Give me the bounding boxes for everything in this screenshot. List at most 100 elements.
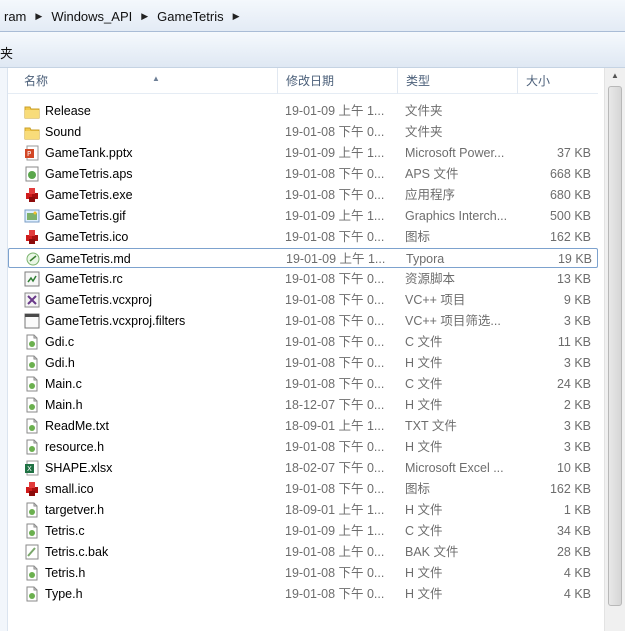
svg-text:X: X [27,465,32,473]
folder-icon [24,103,40,119]
file-row-targetver-h[interactable]: targetver.h 18-09-01 上午 1... H 文件 1 KB [8,500,598,520]
file-type: 文件夹 [405,104,443,118]
file-name: Release [45,104,91,118]
file-name: Sound [45,125,82,139]
file-name: GameTetris.gif [45,209,126,223]
file-row-gametank-pptx[interactable]: P GameTank.pptx 19-01-09 上午 1... Microsoft … [8,143,598,163]
file-row-gdi-h[interactable]: Gdi.h 19-01-08 下午 0... H 文件 3 KB [8,353,598,373]
file-row-gametetris-gif[interactable]: GameTetris.gif 19-01-09 上午 1... Graphics I… [8,206,598,226]
file-name: GameTetris.vcxproj [45,293,152,307]
file-date: 19-01-09 上午 1... [285,104,385,118]
file-row-gametetris-rc[interactable]: GameTetris.rc 19-01-08 下午 0... 资源脚本 13 KB [8,269,598,289]
file-size: 3 KB [563,440,591,454]
folder-icon [24,124,40,140]
file-date: 19-01-08 下午 0... [285,272,385,286]
file-date: 19-01-08 下午 0... [285,125,385,139]
vertical-scrollbar[interactable]: ▲ [604,68,625,631]
file-row-resource-h[interactable]: resource.h 19-01-08 下午 0... H 文件 3 KB [8,437,598,457]
file-name: Tetris.c [45,524,85,538]
file-row-tetris-c[interactable]: Tetris.c 19-01-09 上午 1... C 文件 34 KB [8,521,598,541]
gif-icon [24,208,40,224]
file-name: GameTank.pptx [45,146,133,160]
file-row-small-ico[interactable]: small.ico 19-01-08 下午 0... 图标 162 KB [8,479,598,499]
file-row-main-h[interactable]: Main.h 18-12-07 下午 0... H 文件 2 KB [8,395,598,415]
file-type: TXT 文件 [405,419,457,433]
file-type: 资源脚本 [405,272,456,286]
file-name: ReadMe.txt [45,419,109,433]
file-type: VC++ 项目 [405,293,466,307]
file-row-gdi-c[interactable]: Gdi.c 19-01-08 下午 0... C 文件 11 KB [8,332,598,352]
file-row-tetris-h[interactable]: Tetris.h 19-01-08 下午 0... H 文件 4 KB [8,563,598,583]
file-name: GameTetris.aps [45,167,133,181]
file-row-release[interactable]: Release 19-01-09 上午 1... 文件夹 [8,101,598,121]
xlsx-icon: X [24,460,40,476]
file-date: 19-01-08 下午 0... [285,440,385,454]
file-size: 9 KB [563,293,591,307]
chevron-right-icon[interactable]: ▶ [136,11,153,22]
file-size: 19 KB [557,252,592,266]
file-size: 3 KB [563,419,591,433]
breadcrumb-item-windows-api[interactable]: Windows_API [47,9,136,24]
file-name: GameTetris.ico [45,230,129,244]
file-name: Type.h [45,587,83,601]
file-type: H 文件 [405,566,443,580]
file-size: 11 KB [557,335,591,349]
column-type-label: 类型 [406,74,431,88]
file-name: GameTetris.exe [45,188,133,202]
file-date: 19-01-08 下午 0... [285,188,385,202]
file-date: 19-01-08 下午 0... [285,356,385,370]
file-name: Tetris.c.bak [45,545,109,559]
file-row-gametetris-ico[interactable]: GameTetris.ico 19-01-08 下午 0... 图标 162 KB [8,227,598,247]
file-date: 19-01-08 下午 0... [285,314,385,328]
file-size: 3 KB [563,314,591,328]
file-date: 18-02-07 下午 0... [285,461,385,475]
file-type: H 文件 [405,587,443,601]
column-size[interactable]: 大小 [518,68,598,94]
column-type[interactable]: 类型 [398,68,518,94]
file-size: 10 KB [556,461,591,475]
file-row-type-h[interactable]: Type.h 19-01-08 下午 0... H 文件 4 KB [8,584,598,604]
file-row-readme-txt[interactable]: ReadMe.txt 18-09-01 上午 1... TXT 文件 3 KB [8,416,598,436]
file-row-shape-xlsx[interactable]: X SHAPE.xlsx 18-02-07 下午 0... Microsoft Exc… [8,458,598,478]
new-folder-button[interactable]: 夹 [0,43,13,62]
file-name: GameTetris.md [46,252,131,266]
file-row-gametetris-md[interactable]: GameTetris.md 19-01-09 上午 1... Typora 19 KB [8,248,598,268]
file-name: Main.h [45,398,83,412]
file-row-main-c[interactable]: Main.c 19-01-08 下午 0... C 文件 24 KB [8,374,598,394]
breadcrumb: ram ▶ Windows_API ▶ GameTetris ▶ [0,0,245,32]
file-row-gametetris-vcxproj-filters[interactable]: GameTetris.vcxproj.filters 19-01-08 下午 0.… [8,311,598,331]
file-type: H 文件 [405,440,443,454]
rc-icon [24,271,40,287]
file-type: 文件夹 [405,125,443,139]
breadcrumb-item-program[interactable]: ram [0,9,30,24]
column-date[interactable]: 修改日期 [278,68,398,94]
file-date: 19-01-08 下午 0... [285,293,385,307]
file-date: 19-01-08 下午 0... [285,377,385,391]
scroll-thumb[interactable] [608,86,622,606]
column-name[interactable]: 名称 ▲ [16,68,278,94]
file-type: C 文件 [405,377,443,391]
chevron-right-icon[interactable]: ▶ [30,11,47,22]
breadcrumb-item-gametetris[interactable]: GameTetris [153,9,227,24]
file-row-gametetris-aps[interactable]: GameTetris.aps 19-01-08 下午 0... APS 文件 668 … [8,164,598,184]
column-name-label: 名称 [24,74,49,88]
file-size: 668 KB [549,167,591,181]
file-name: GameTetris.vcxproj.filters [45,314,186,328]
file-size [518,101,591,121]
file-date: 18-12-07 下午 0... [285,398,385,412]
h-file-icon [24,397,40,413]
file-type: C 文件 [405,524,443,538]
pptx-icon: P [24,145,40,161]
scroll-up-icon[interactable]: ▲ [605,68,625,84]
file-name: SHAPE.xlsx [45,461,113,475]
file-date: 19-01-08 上午 0... [285,545,385,559]
filters-icon [24,313,40,329]
file-date: 19-01-08 下午 0... [285,482,385,496]
file-row-gametetris-vcxproj[interactable]: GameTetris.vcxproj 19-01-08 下午 0... VC++ 项… [8,290,598,310]
file-row-sound[interactable]: Sound 19-01-08 下午 0... 文件夹 [8,122,598,142]
file-row-gametetris-exe[interactable]: GameTetris.exe 19-01-08 下午 0... 应用程序 680 KB [8,185,598,205]
file-row-tetris-c-bak[interactable]: Tetris.c.bak 19-01-08 上午 0... BAK 文件 28 KB [8,542,598,562]
file-name: resource.h [45,440,105,454]
file-size: 500 KB [549,209,591,223]
chevron-right-icon[interactable]: ▶ [228,11,245,22]
